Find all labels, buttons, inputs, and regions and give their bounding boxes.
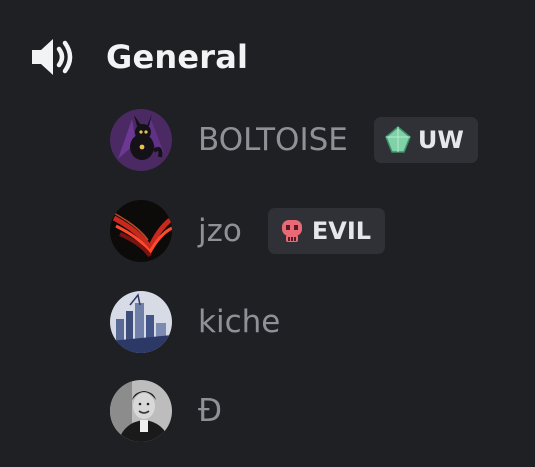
avatar [110, 109, 172, 171]
tag-label: UW [417, 126, 464, 154]
voice-channel-panel: General BOLTOISE UW jzo EVIL kiche Đ [0, 0, 535, 467]
member-tag: UW [373, 117, 478, 163]
tag-label: EVIL [311, 217, 372, 245]
member-d[interactable]: Đ [110, 380, 222, 442]
member-name: jzo [198, 213, 242, 249]
red-skull-icon [276, 215, 308, 247]
voice-channel-general[interactable]: General [28, 34, 248, 80]
channel-name: General [106, 38, 249, 76]
green-gem-icon [382, 124, 414, 156]
member-kiche[interactable]: kiche [110, 291, 280, 353]
member-name: Đ [198, 393, 223, 429]
speaker-icon [28, 34, 78, 80]
member-jzo[interactable]: jzo EVIL [110, 200, 386, 262]
member-name: BOLTOISE [198, 122, 348, 158]
avatar [110, 200, 172, 262]
member-boltoise[interactable]: BOLTOISE UW [110, 109, 478, 171]
member-tag: EVIL [267, 208, 386, 254]
avatar [110, 291, 172, 353]
avatar [110, 380, 172, 442]
member-name: kiche [198, 304, 281, 340]
